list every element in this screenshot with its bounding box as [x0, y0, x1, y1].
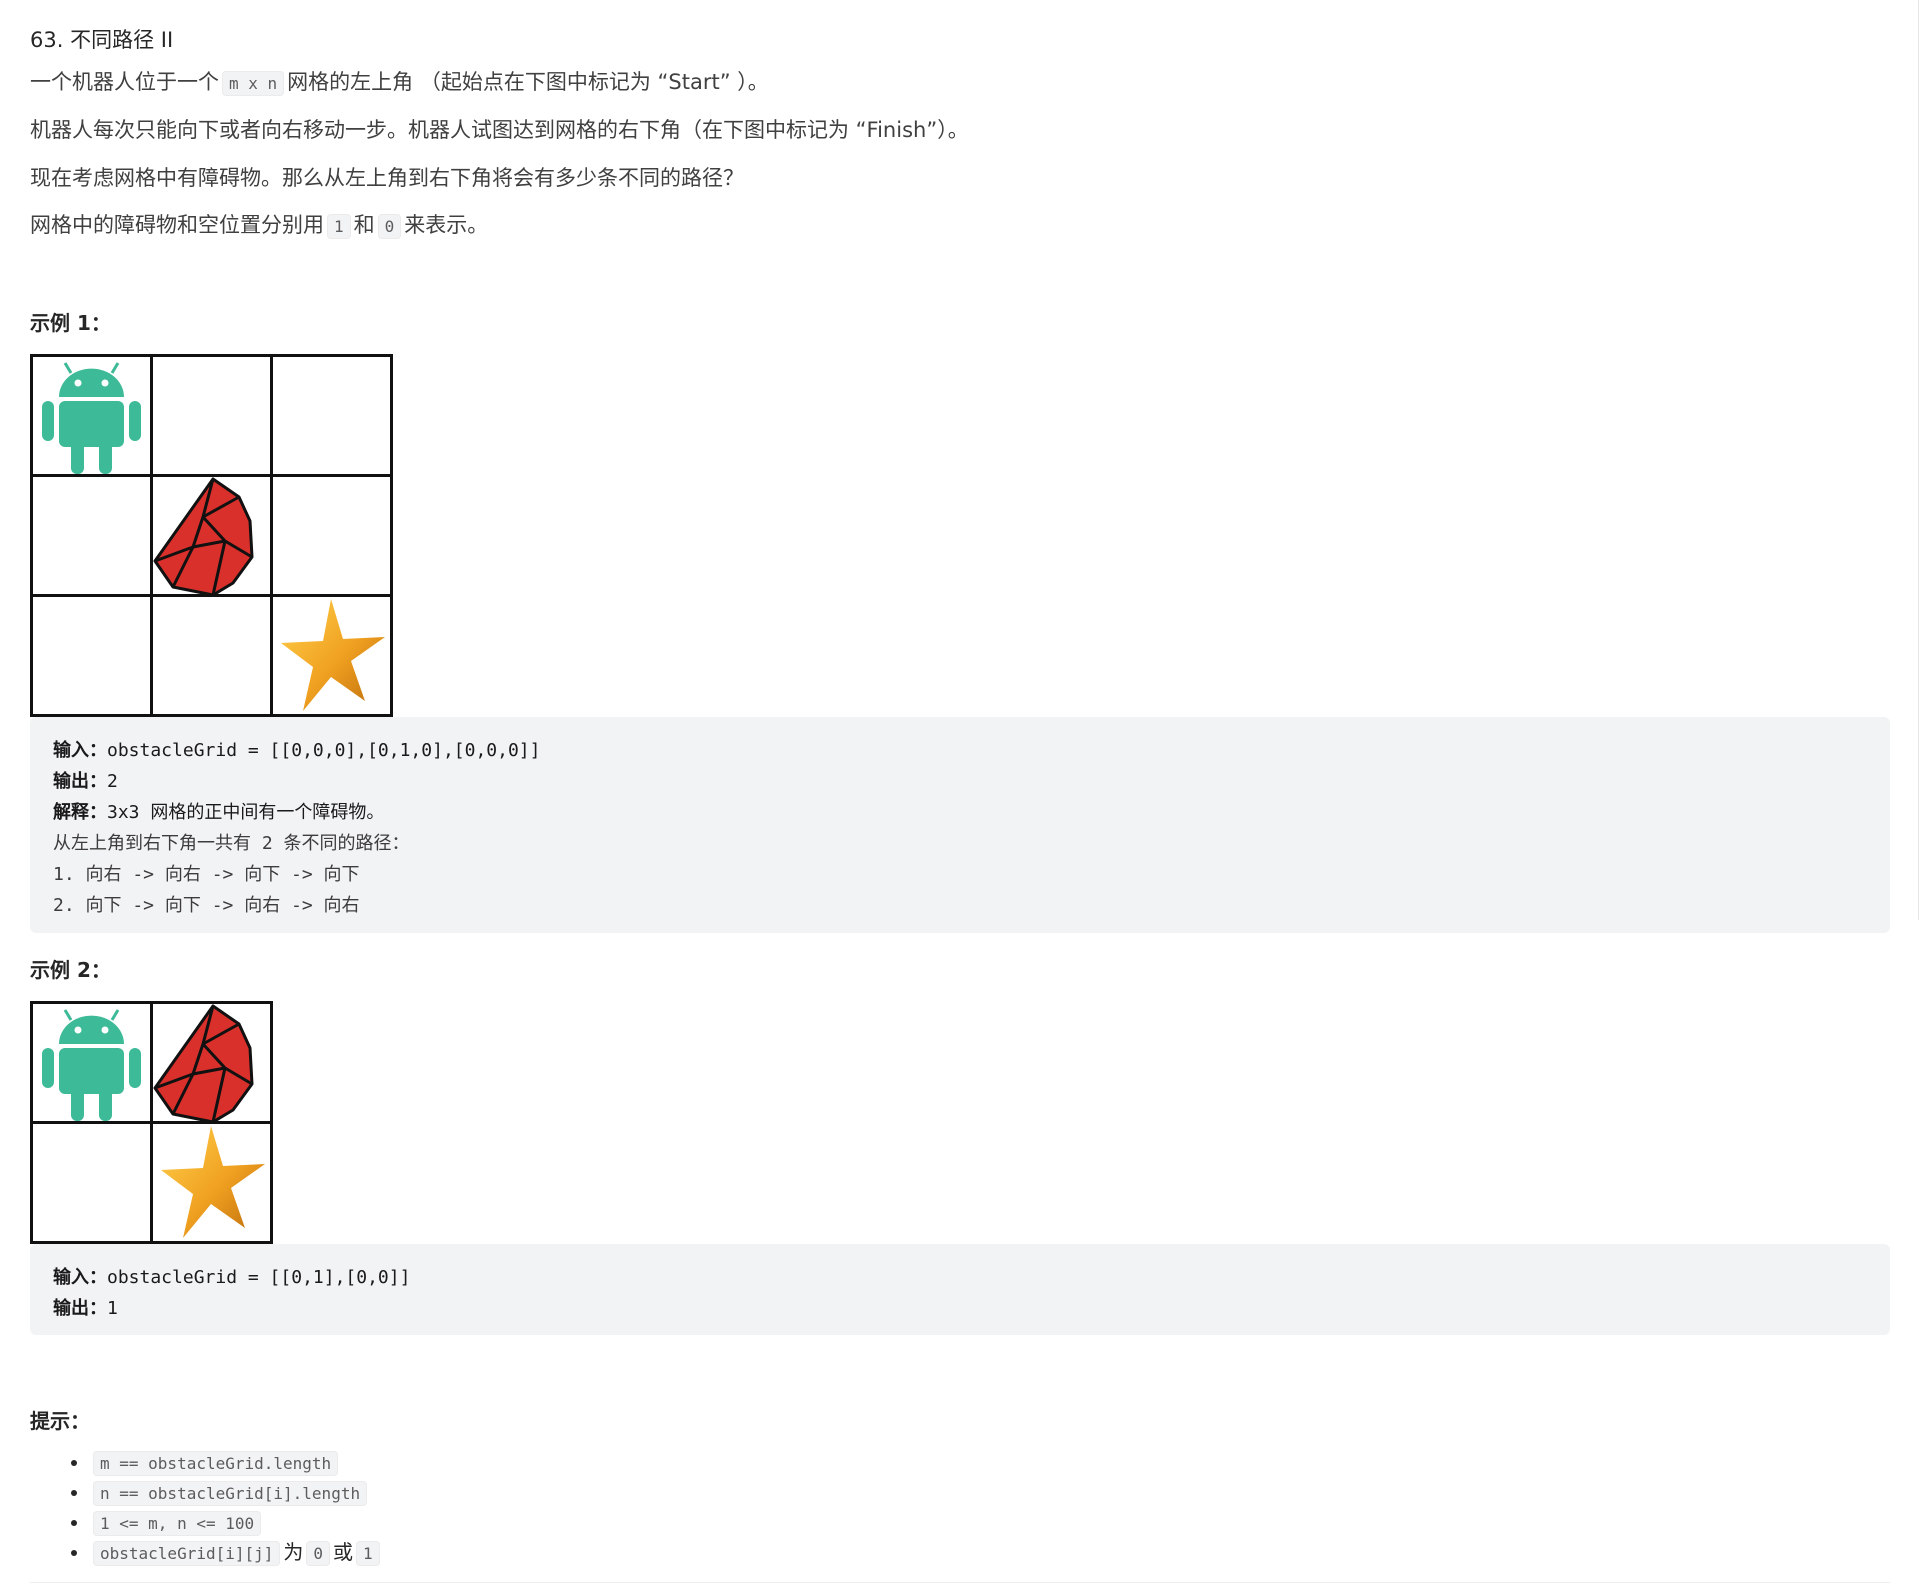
gold-star-icon [161, 1126, 265, 1238]
grid-cell [270, 474, 393, 597]
description-paragraph-4: 网格中的障碍物和空位置分别用 1 和 0 来表示。 [30, 213, 489, 239]
problem-title: 63. 不同路径 II [30, 28, 174, 52]
inline-code: n == obstacleGrid[i].length [93, 1481, 368, 1506]
example-2-heading: 示例 2： [30, 958, 111, 982]
grid-cell [270, 354, 393, 477]
hints-list: m == obstacleGrid.length n == obstacleGr… [30, 1448, 383, 1568]
inline-code: m == obstacleGrid.length [93, 1451, 339, 1476]
inline-code: 0 [306, 1541, 331, 1566]
inline-code: 1 [356, 1541, 380, 1566]
inline-code: obstacleGrid[i][j] [93, 1541, 281, 1566]
grid-cell [150, 1121, 273, 1244]
grid-cell [150, 594, 273, 717]
android-robot-icon [40, 1008, 143, 1121]
red-gem-rock-icon [153, 1004, 254, 1121]
grid-cell [30, 474, 153, 597]
hints-heading: 提示： [30, 1409, 90, 1433]
code-line: 输入：obstacleGrid = [[0,0,0],[0,1,0],[0,0,… [53, 740, 541, 761]
list-item: m == obstacleGrid.length [90, 1448, 383, 1478]
example-1-grid-image [30, 354, 393, 717]
gold-star-icon [281, 599, 385, 711]
code-line: 输入：obstacleGrid = [[0,1],[0,0]] [53, 1267, 411, 1288]
example-1-code-block: 输入：obstacleGrid = [[0,0,0],[0,1,0],[0,0,… [30, 717, 1890, 933]
code-line: 2. 向下 -> 向下 -> 向右 -> 向右 [53, 895, 360, 916]
grid-cell [150, 474, 273, 597]
android-robot-icon [40, 361, 143, 474]
grid-cell [270, 594, 393, 717]
list-item: n == obstacleGrid[i].length [90, 1478, 383, 1508]
inline-code: 1 <= m, n <= 100 [93, 1511, 262, 1536]
grid-cell [30, 354, 153, 477]
grid-cell [150, 1001, 273, 1124]
example-1-heading: 示例 1： [30, 311, 111, 335]
scrollbar-edge [1918, 0, 1919, 920]
description-paragraph-3: 现在考虑网格中有障碍物。那么从左上角到右下角将会有多少条不同的路径？ [30, 166, 744, 190]
code-line: 1. 向右 -> 向右 -> 向下 -> 向下 [53, 864, 360, 885]
red-gem-rock-icon [153, 477, 254, 594]
inline-code: 0 [377, 214, 402, 239]
code-line: 从左上角到右下角一共有 2 条不同的路径： [53, 833, 410, 854]
list-item: obstacleGrid[i][j]为0或1 [90, 1538, 383, 1568]
code-line: 输出：1 [53, 1298, 118, 1319]
divider [30, 1582, 1890, 1583]
description-paragraph-2: 机器人每次只能向下或者向右移动一步。机器人试图达到网格的右下角（在下图中标记为 … [30, 118, 969, 142]
list-item: 1 <= m, n <= 100 [90, 1508, 383, 1538]
grid-cell [30, 1001, 153, 1124]
grid-cell [30, 1121, 153, 1244]
grid-cell [150, 354, 273, 477]
code-line: 输出：2 [53, 771, 118, 792]
inline-code: m x n [222, 71, 285, 96]
example-2-grid-image [30, 1001, 273, 1244]
code-line: 解释：3x3 网格的正中间有一个障碍物。 [53, 802, 385, 823]
example-2-code-block: 输入：obstacleGrid = [[0,1],[0,0]] 输出：1 [30, 1244, 1890, 1335]
description-paragraph-1: 一个机器人位于一个 m x n 网格的左上角 （起始点在下图中标记为 “Start”… [30, 70, 769, 96]
grid-cell [30, 594, 153, 717]
inline-code: 1 [327, 214, 351, 239]
